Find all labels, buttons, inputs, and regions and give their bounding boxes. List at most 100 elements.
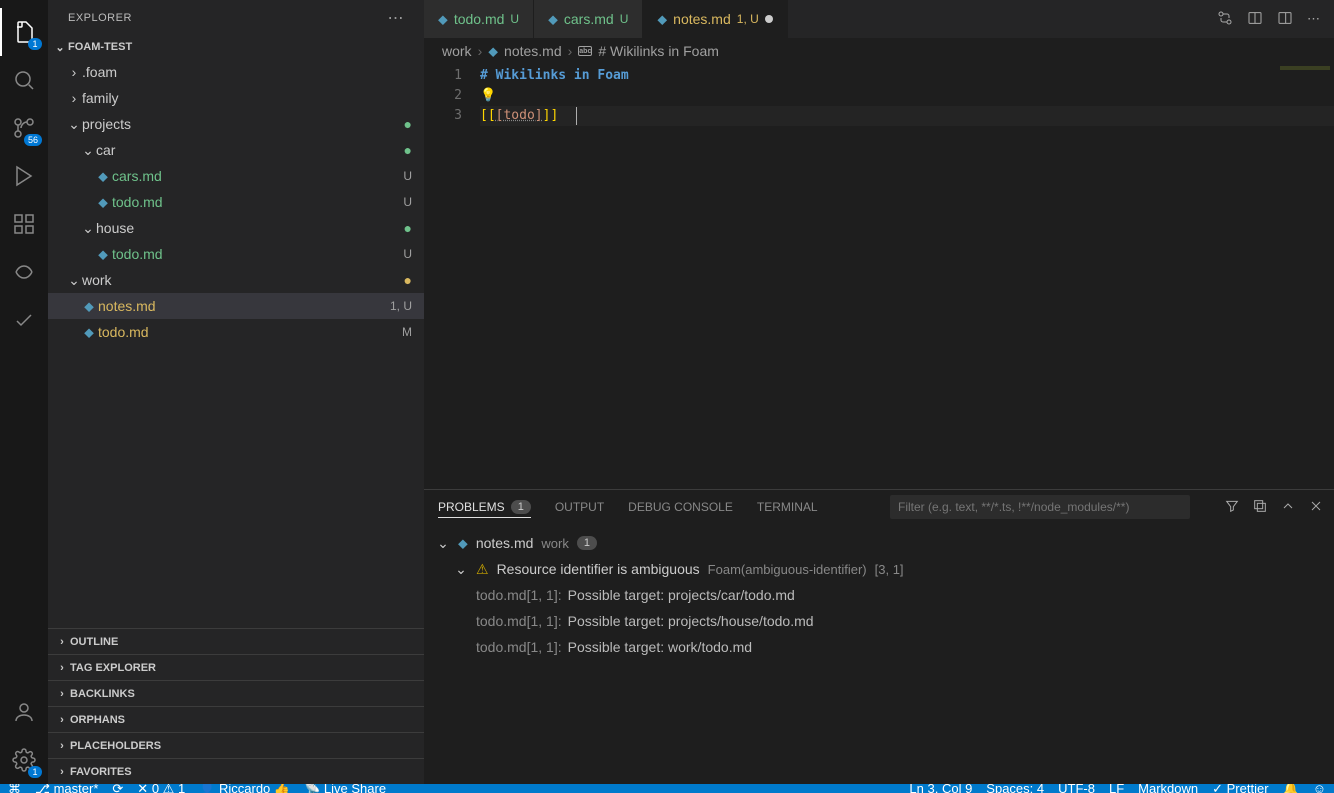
accounts-icon[interactable] xyxy=(0,688,48,736)
problem-related-info[interactable]: todo.md[1, 1]:Possible target: projects/… xyxy=(436,608,1322,634)
language-mode[interactable]: Markdown xyxy=(1138,784,1198,793)
errors-warnings[interactable]: ✕ 0 ⚠ 1 xyxy=(137,784,185,793)
chevron-down-icon[interactable]: ⌄ xyxy=(80,220,96,237)
tree-folder[interactable]: ⌄projects● xyxy=(48,111,424,137)
editor-tab[interactable]: ⬥cars.mdU xyxy=(534,0,643,38)
chevron-down-icon[interactable]: ⌄ xyxy=(436,535,450,552)
tab-label: notes.md xyxy=(673,11,731,27)
editor-tab[interactable]: ⬥notes.md1, U xyxy=(643,0,787,38)
editor-tab[interactable]: ⬥todo.mdU xyxy=(424,0,534,38)
close-panel-icon[interactable] xyxy=(1308,498,1324,517)
sidebar-section-outline[interactable]: ›OUTLINE xyxy=(48,628,424,654)
chevron-right-icon[interactable]: › xyxy=(66,90,82,106)
notifications-icon[interactable]: 🔔 xyxy=(1283,784,1299,793)
explorer-icon[interactable]: 1 xyxy=(0,8,48,56)
tab-more-icon[interactable]: ⋯ xyxy=(1307,11,1320,27)
sidebar-section-favorites[interactable]: ›FAVORITES xyxy=(48,758,424,784)
source-control-icon[interactable]: 56 xyxy=(0,104,48,152)
problems-file-row[interactable]: ⌄ ⬥ notes.md work 1 xyxy=(436,530,1322,556)
collapse-all-icon[interactable] xyxy=(1252,498,1268,517)
chevron-right-icon: › xyxy=(478,43,483,59)
feedback-icon[interactable]: ☺ xyxy=(1313,784,1326,793)
compare-changes-icon[interactable] xyxy=(1217,10,1233,29)
search-icon[interactable] xyxy=(0,56,48,104)
tree-folder[interactable]: ›family xyxy=(48,85,424,111)
chevron-down-icon[interactable]: ⌄ xyxy=(66,272,82,289)
tab-output[interactable]: OUTPUT xyxy=(555,500,604,514)
settings-gear-icon[interactable]: 1 xyxy=(0,736,48,784)
chevron-down-icon[interactable]: ⌄ xyxy=(66,116,82,133)
breadcrumb-file[interactable]: notes.md xyxy=(504,43,562,59)
problem-related-info[interactable]: todo.md[1, 1]:Possible target: projects/… xyxy=(436,582,1322,608)
chevron-up-icon[interactable] xyxy=(1280,498,1296,517)
git-decoration: 1, U xyxy=(390,299,412,313)
problems-file-name: notes.md xyxy=(476,535,534,551)
markdown-file-icon: ⬥ xyxy=(80,324,98,341)
sidebar-section-tag-explorer[interactable]: ›TAG EXPLORER xyxy=(48,654,424,680)
foam-icon[interactable] xyxy=(0,248,48,296)
filter-icon[interactable] xyxy=(1224,498,1240,517)
split-editor-icon[interactable] xyxy=(1277,10,1293,29)
chevron-right-icon[interactable]: › xyxy=(66,64,82,80)
tree-item-label: house xyxy=(96,220,404,236)
tab-problems[interactable]: PROBLEMS 1 xyxy=(438,500,531,518)
tab-right-icons: ⋯ xyxy=(1203,0,1334,38)
scm-badge: 56 xyxy=(24,134,42,146)
tree-folder[interactable]: ›.foam xyxy=(48,59,424,85)
check-icon[interactable] xyxy=(0,296,48,344)
sidebar-section-placeholders[interactable]: ›PLACEHOLDERS xyxy=(48,732,424,758)
markdown-file-icon: ⬥ xyxy=(80,298,98,315)
sync-icon[interactable]: ⟳ xyxy=(112,784,123,793)
breadcrumb-folder[interactable]: work xyxy=(442,43,472,59)
tab-git-status: U xyxy=(510,12,519,26)
tree-item-label: todo.md xyxy=(112,194,403,210)
warning-location: [3, 1] xyxy=(875,562,904,577)
tree-file[interactable]: ⬥todo.mdU xyxy=(48,189,424,215)
activity-bar: 1 56 1 xyxy=(0,0,48,784)
tree-folder[interactable]: ⌄work● xyxy=(48,267,424,293)
chevron-down-icon[interactable]: ⌄ xyxy=(454,561,468,578)
user-status[interactable]: 👤 Riccardo 👍 xyxy=(199,784,290,793)
tree-file[interactable]: ⬥cars.mdU xyxy=(48,163,424,189)
sidebar-section-backlinks[interactable]: ›BACKLINKS xyxy=(48,680,424,706)
editor[interactable]: 1 2 3 # Wikilinks in Foam 💡 [[[todo]]] xyxy=(424,64,1334,489)
extensions-icon[interactable] xyxy=(0,200,48,248)
eol[interactable]: LF xyxy=(1109,784,1124,793)
problem-related-info[interactable]: todo.md[1, 1]:Possible target: work/todo… xyxy=(436,634,1322,660)
sidebar-section-orphans[interactable]: ›ORPHANS xyxy=(48,706,424,732)
chevron-right-icon: › xyxy=(54,636,70,648)
prettier-status[interactable]: ✓ Prettier xyxy=(1212,784,1268,793)
remote-icon[interactable]: ⌘ xyxy=(8,784,21,793)
chevron-down-icon[interactable]: ⌄ xyxy=(80,142,96,159)
code-content[interactable]: # Wikilinks in Foam 💡 [[[todo]]] xyxy=(480,64,1334,489)
tree-folder[interactable]: ⌄house● xyxy=(48,215,424,241)
indentation[interactable]: Spaces: 4 xyxy=(986,784,1044,793)
problems-filter-input[interactable] xyxy=(890,495,1190,519)
run-debug-icon[interactable] xyxy=(0,152,48,200)
git-decoration: M xyxy=(402,325,412,339)
tree-file[interactable]: ⬥todo.mdM xyxy=(48,319,424,345)
minimap[interactable] xyxy=(1244,64,1334,489)
open-preview-icon[interactable] xyxy=(1247,10,1263,29)
tree-file[interactable]: ⬥notes.md1, U xyxy=(48,293,424,319)
encoding[interactable]: UTF-8 xyxy=(1058,784,1095,793)
tree-file[interactable]: ⬥todo.mdU xyxy=(48,241,424,267)
live-share[interactable]: 📡 Live Share xyxy=(304,784,386,793)
section-label: FAVORITES xyxy=(70,766,132,778)
problem-warning-row[interactable]: ⌄ ⚠ Resource identifier is ambiguous Foa… xyxy=(436,556,1322,582)
sidebar-more-icon[interactable]: ⋯ xyxy=(388,8,405,28)
git-decoration: U xyxy=(403,169,412,183)
breadcrumb[interactable]: work › ⬥ notes.md › abc # Wikilinks in F… xyxy=(424,38,1334,64)
tab-terminal[interactable]: TERMINAL xyxy=(757,500,818,514)
workspace-header[interactable]: ⌄ FOAM-TEST xyxy=(48,35,424,59)
section-label: BACKLINKS xyxy=(70,688,135,700)
text-cursor xyxy=(576,107,578,125)
cursor-position[interactable]: Ln 3, Col 9 xyxy=(909,784,972,793)
breadcrumb-symbol[interactable]: # Wikilinks in Foam xyxy=(598,43,719,59)
git-branch[interactable]: ⎇ master* xyxy=(35,784,98,793)
lightbulb-icon[interactable]: 💡 xyxy=(480,88,496,103)
tab-debug-console[interactable]: DEBUG CONSOLE xyxy=(628,500,733,514)
tab-label: cars.md xyxy=(564,11,614,27)
tree-folder[interactable]: ⌄car● xyxy=(48,137,424,163)
sidebar-title: EXPLORER xyxy=(68,12,132,24)
